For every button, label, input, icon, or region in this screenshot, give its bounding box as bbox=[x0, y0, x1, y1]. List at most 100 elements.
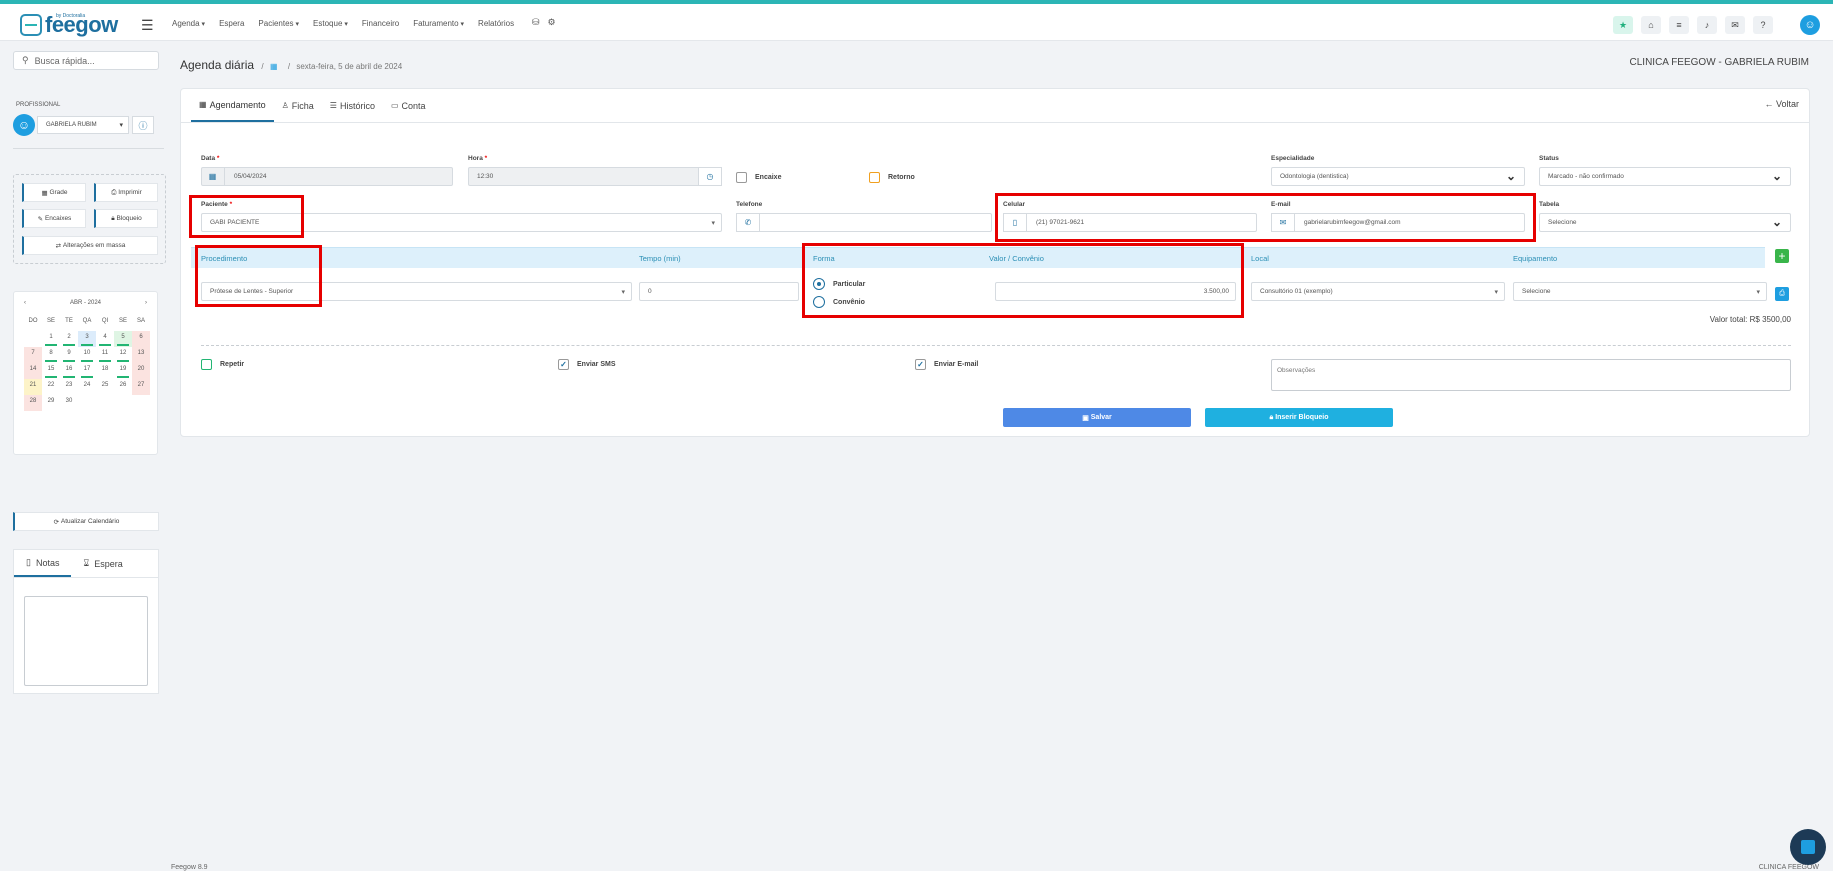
observacoes-textarea[interactable]: Observações bbox=[1271, 359, 1791, 391]
calendar-day[interactable]: 15 bbox=[42, 363, 60, 379]
profissional-select[interactable]: GABRIELA RUBIM bbox=[37, 116, 129, 134]
add-procedure-button[interactable]: + bbox=[1775, 249, 1789, 263]
chat-icon[interactable]: ✉ bbox=[1725, 16, 1745, 34]
procedimento-select[interactable]: Prótese de Lentes - Superior bbox=[201, 282, 632, 301]
nav-espera[interactable]: Espera bbox=[219, 19, 244, 28]
equipamento-select[interactable]: Selecione bbox=[1513, 282, 1767, 301]
calendar-day[interactable]: 12 bbox=[114, 347, 132, 363]
calendar-day[interactable]: 27 bbox=[132, 379, 150, 395]
calendar-day[interactable]: 17 bbox=[78, 363, 96, 379]
bloqueio-button[interactable]: 🔒︎ Bloqueio bbox=[94, 209, 158, 228]
calendar-day[interactable]: 23 bbox=[60, 379, 78, 395]
star-icon[interactable]: ★ bbox=[1613, 16, 1633, 34]
local-select[interactable]: Consultório 01 (exemplo) bbox=[1251, 282, 1505, 301]
calendar-day[interactable]: 18 bbox=[96, 363, 114, 379]
salvar-button[interactable]: ▣ Salvar bbox=[1003, 408, 1191, 427]
calendar-day[interactable]: 22 bbox=[42, 379, 60, 395]
calendar-day[interactable]: 14 bbox=[24, 363, 42, 379]
inbox-icon[interactable]: ⌂ bbox=[1641, 16, 1661, 34]
calendar-day[interactable]: 16 bbox=[60, 363, 78, 379]
paciente-select[interactable]: GABI PACIENTE bbox=[201, 213, 722, 232]
calendar-day[interactable]: 1 bbox=[42, 331, 60, 347]
calendar-day[interactable]: 3 bbox=[78, 331, 96, 347]
calendar-day[interactable]: 5 bbox=[114, 331, 132, 347]
nav-estoque[interactable]: Estoque bbox=[313, 19, 348, 28]
grade-button[interactable]: ▦ Grade bbox=[22, 183, 86, 202]
calendar-week: 14 15 16 17 18 19 20 bbox=[24, 363, 150, 379]
calendar-day[interactable]: 30 bbox=[60, 395, 78, 411]
calendar-day[interactable]: 9 bbox=[60, 347, 78, 363]
bell-icon[interactable]: ♪ bbox=[1697, 16, 1717, 34]
nav-agenda[interactable]: Agenda bbox=[172, 19, 205, 28]
calendar-day[interactable]: 6 bbox=[132, 331, 150, 347]
user-avatar-icon[interactable]: ☺ bbox=[1800, 15, 1820, 35]
menu-icon[interactable]: ☰ bbox=[141, 17, 154, 34]
calendar-day[interactable]: 20 bbox=[132, 363, 150, 379]
hora-field[interactable]: 12:30 ◷ bbox=[468, 167, 722, 186]
particular-radio[interactable]: Particular bbox=[813, 278, 865, 290]
list-icon[interactable]: ≡ bbox=[1669, 16, 1689, 34]
encaixes-button[interactable]: ✎ Encaixes bbox=[22, 209, 86, 228]
settings-icon[interactable]: ⚙ bbox=[548, 17, 556, 28]
nav-financeiro[interactable]: Financeiro bbox=[362, 19, 399, 28]
notes-panel: ▯ Notas ⌛︎ Espera bbox=[13, 549, 159, 694]
chevron-right-icon[interactable]: › bbox=[145, 300, 147, 306]
retorno-checkbox[interactable]: Retorno bbox=[869, 172, 915, 183]
calendar-day[interactable]: 26 bbox=[114, 379, 132, 395]
especialidade-select[interactable]: Odontologia (dentistica) bbox=[1271, 167, 1525, 186]
data-field[interactable]: ▦ 05/04/2024 bbox=[201, 167, 453, 186]
calendar-day[interactable]: 25 bbox=[96, 379, 114, 395]
calendar-day[interactable]: 2 bbox=[60, 331, 78, 347]
calendar-day[interactable]: 28 bbox=[24, 395, 42, 411]
clock-icon[interactable]: ◷ bbox=[698, 167, 722, 186]
repetir-checkbox[interactable]: Repetir bbox=[201, 359, 244, 370]
email-field[interactable]: ✉ gabrielarubimfeegow@gmail.com bbox=[1271, 213, 1525, 232]
print-icon[interactable]: ⎙ bbox=[1775, 287, 1789, 301]
database-icon[interactable]: ⛁ bbox=[532, 17, 540, 28]
info-icon[interactable]: ⓘ bbox=[132, 116, 154, 134]
atualizar-calendario-button[interactable]: ⟳ Atualizar Calendário bbox=[13, 512, 159, 531]
calendar-day[interactable]: 13 bbox=[132, 347, 150, 363]
calendar-day[interactable]: 10 bbox=[78, 347, 96, 363]
status-select[interactable]: Marcado - não confirmado bbox=[1539, 167, 1791, 186]
nav-pacientes[interactable]: Pacientes bbox=[258, 19, 299, 28]
tab-notas[interactable]: ▯ Notas bbox=[14, 550, 72, 577]
voltar-link[interactable]: ← Voltar bbox=[1764, 99, 1799, 109]
enviar-email-checkbox[interactable]: ✓ Enviar E-mail bbox=[915, 359, 978, 370]
mini-calendar: ‹ ABR - 2024 › DO SE TE QA QI SE SA 1 2 … bbox=[13, 291, 158, 455]
chevron-left-icon[interactable]: ‹ bbox=[24, 300, 26, 306]
celular-field[interactable]: ▯ (21) 97021-9621 bbox=[1003, 213, 1257, 232]
tabela-select[interactable]: Selecione bbox=[1539, 213, 1791, 232]
nav-relatorios[interactable]: Relatórios bbox=[478, 19, 514, 28]
calendar-day[interactable]: 24 bbox=[78, 379, 96, 395]
calendar-day[interactable]: 29 bbox=[42, 395, 60, 411]
alteracoes-button[interactable]: ⇄ Alterações em massa bbox=[22, 236, 158, 255]
calendar-day[interactable]: 7 bbox=[24, 347, 42, 363]
celular-label: Celular bbox=[1003, 201, 1026, 208]
calendar-day[interactable]: 4 bbox=[96, 331, 114, 347]
tab-ficha[interactable]: ♙ Ficha bbox=[274, 89, 322, 122]
encaixe-checkbox[interactable]: Encaixe bbox=[736, 172, 781, 183]
valor-header: Valor / Convênio bbox=[989, 254, 1044, 263]
calendar-day[interactable]: 8 bbox=[42, 347, 60, 363]
tab-espera[interactable]: ⌛︎ Espera bbox=[71, 550, 134, 577]
nav-faturamento[interactable]: Faturamento bbox=[413, 19, 464, 28]
tempo-field[interactable]: 0 bbox=[639, 282, 799, 301]
valor-field[interactable]: 3.500,00 bbox=[995, 282, 1236, 301]
convenio-radio[interactable]: Convênio bbox=[813, 296, 865, 308]
tab-historico[interactable]: ☰ Histórico bbox=[322, 89, 383, 122]
notes-textarea[interactable] bbox=[24, 596, 148, 686]
imprimir-button[interactable]: ⎙ Imprimir bbox=[94, 183, 158, 202]
chat-widget-icon[interactable] bbox=[1790, 829, 1826, 865]
telefone-field[interactable]: ✆ bbox=[736, 213, 992, 232]
help-icon[interactable]: ? bbox=[1753, 16, 1773, 34]
calendar-day[interactable]: 11 bbox=[96, 347, 114, 363]
calendar-icon: ▦ bbox=[201, 167, 225, 186]
tab-conta[interactable]: ▭ Conta bbox=[383, 89, 434, 122]
calendar-day[interactable]: 21 bbox=[24, 379, 42, 395]
calendar-day[interactable]: 19 bbox=[114, 363, 132, 379]
tab-agendamento[interactable]: ▦ Agendamento bbox=[191, 89, 274, 122]
inserir-bloqueio-button[interactable]: 🔒︎ Inserir Bloqueio bbox=[1205, 408, 1393, 427]
search-input[interactable]: ⚲ Busca rápida... bbox=[13, 51, 159, 70]
enviar-sms-checkbox[interactable]: ✓ Enviar SMS bbox=[558, 359, 616, 370]
